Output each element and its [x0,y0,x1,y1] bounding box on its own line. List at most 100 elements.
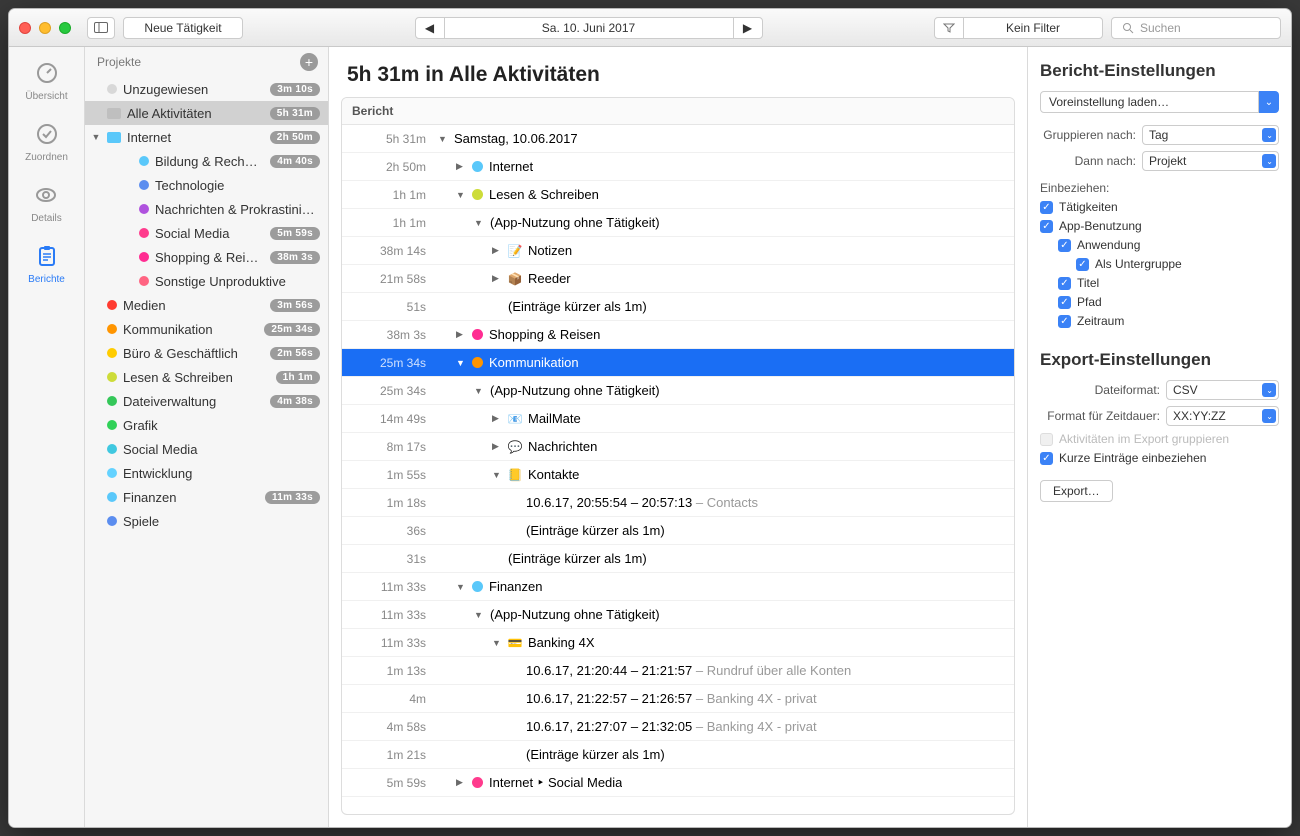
project-label: Entwicklung [123,466,320,481]
report-row[interactable]: 11m 33s▼(App-Nutzung ohne Tätigkeit) [342,601,1014,629]
folder-icon [107,108,121,119]
project-row[interactable]: Sonstige Unproduktive [85,269,328,293]
report-row[interactable]: 1h 1m▼Lesen & Schreiben [342,181,1014,209]
report-row[interactable]: 8m 17s▶💬Nachrichten [342,433,1014,461]
project-row[interactable]: Lesen & Schreiben1h 1m [85,365,328,389]
close-button[interactable] [19,22,31,34]
report-row[interactable]: 1m 21s(Einträge kürzer als 1m) [342,741,1014,769]
nav-overview[interactable]: Übersicht [25,59,67,102]
report-row[interactable]: 1m 13s10.6.17, 21:20:44 – 21:21:57 – Run… [342,657,1014,685]
report-row[interactable]: 4m 58s10.6.17, 21:27:07 – 21:32:05 – Ban… [342,713,1014,741]
add-project-button[interactable]: + [300,53,318,71]
report-row[interactable]: 14m 49s▶📧MailMate [342,405,1014,433]
nav-assign[interactable]: Zuordnen [25,120,68,163]
chk-activities[interactable]: ✓Tätigkeiten [1040,200,1279,214]
preset-dropdown-button[interactable]: ⌄ [1259,91,1279,113]
report-row[interactable]: 38m 3s▶Shopping & Reisen [342,321,1014,349]
row-duration: 38m 14s [342,244,438,258]
date-prev-button[interactable]: ◀ [415,17,445,39]
project-label: Medien [123,298,264,313]
chk-as-subgroup[interactable]: ✓Als Untergruppe [1040,257,1279,271]
clipboard-icon [33,242,61,270]
checkbox-icon: ✓ [1076,258,1089,271]
project-row[interactable]: Dateiverwaltung4m 38s [85,389,328,413]
project-row[interactable]: Social Media [85,437,328,461]
chk-timespan[interactable]: ✓Zeitraum [1040,314,1279,328]
color-dot-icon [107,444,117,454]
report-row[interactable]: 5m 59s▶Internet ‣ Social Media [342,769,1014,797]
color-dot-icon [107,420,117,430]
export-button[interactable]: Export… [1040,480,1113,502]
report-row[interactable]: 51s(Einträge kürzer als 1m) [342,293,1014,321]
report-rows: 5h 31m▼Samstag, 10.06.20172h 50m▶Interne… [342,125,1014,797]
sidebar-toggle-button[interactable] [87,17,115,39]
project-row[interactable]: Büro & Geschäftlich2m 56s [85,341,328,365]
date-next-button[interactable]: ▶ [733,17,763,39]
report-row[interactable]: 31s(Einträge kürzer als 1m) [342,545,1014,573]
duration-format-select[interactable]: XX:YY:ZZ⌄ [1166,406,1279,426]
app-icon: 📒 [508,468,522,482]
report-row[interactable]: 5h 31m▼Samstag, 10.06.2017 [342,125,1014,153]
chk-path[interactable]: ✓Pfad [1040,295,1279,309]
report-row[interactable]: 21m 58s▶📦Reeder [342,265,1014,293]
report-row[interactable]: 11m 33s▼Finanzen [342,573,1014,601]
project-label: Bildung & Rech… [155,154,264,169]
project-row[interactable]: Spiele [85,509,328,533]
filter-icon-button[interactable] [934,17,964,39]
minimize-button[interactable] [39,22,51,34]
row-duration: 31s [342,552,438,566]
new-activity-button[interactable]: Neue Tätigkeit [123,17,243,39]
project-row[interactable]: Kommunikation25m 34s [85,317,328,341]
project-row[interactable]: ▼Internet2h 50m [85,125,328,149]
project-list: Unzugewiesen3m 10sAlle Aktivitäten5h 31m… [85,77,328,827]
project-row[interactable]: Shopping & Rei…38m 3s [85,245,328,269]
disclosure-icon: ▶ [456,161,466,172]
nav-details[interactable]: Details [31,181,62,224]
project-row[interactable]: Unzugewiesen3m 10s [85,77,328,101]
chk-application[interactable]: ✓Anwendung [1040,238,1279,252]
report-row[interactable]: 4m10.6.17, 21:22:57 – 21:26:57 – Banking… [342,685,1014,713]
checkbox-icon: ✓ [1058,239,1071,252]
filter-select[interactable]: Kein Filter [963,17,1103,39]
report-row[interactable]: 1m 18s10.6.17, 20:55:54 – 20:57:13 – Con… [342,489,1014,517]
report-row[interactable]: 38m 14s▶📝Notizen [342,237,1014,265]
project-row[interactable]: Technologie [85,173,328,197]
project-row[interactable]: Alle Aktivitäten5h 31m [85,101,328,125]
row-text: 10.6.17, 21:20:44 – 21:21:57 – Rundruf ü… [526,663,851,678]
app-icon: 💳 [508,636,522,650]
report-row[interactable]: 1m 55s▼📒Kontakte [342,461,1014,489]
nav-reports[interactable]: Berichte [28,242,65,285]
report-row[interactable]: 1h 1m▼(App-Nutzung ohne Tätigkeit) [342,209,1014,237]
chk-include-short[interactable]: ✓Kurze Einträge einbeziehen [1040,451,1279,465]
color-dot-icon [139,228,149,238]
project-row[interactable]: Bildung & Rech…4m 40s [85,149,328,173]
report-row[interactable]: 36s(Einträge kürzer als 1m) [342,517,1014,545]
project-row[interactable]: Grafik [85,413,328,437]
report-row[interactable]: 25m 34s▼(App-Nutzung ohne Tätigkeit) [342,377,1014,405]
maximize-button[interactable] [59,22,71,34]
group-by-select[interactable]: Tag⌄ [1142,125,1279,145]
report-row[interactable]: 2h 50m▶Internet [342,153,1014,181]
project-row[interactable]: Medien3m 56s [85,293,328,317]
chk-app-usage[interactable]: ✓App-Benutzung [1040,219,1279,233]
file-format-select[interactable]: CSV⌄ [1166,380,1279,400]
color-dot-icon [472,329,483,340]
preset-select[interactable]: Voreinstellung laden… [1040,91,1259,113]
report-row[interactable]: 11m 33s▼💳Banking 4X [342,629,1014,657]
project-row[interactable]: Finanzen11m 33s [85,485,328,509]
then-by-select[interactable]: Projekt⌄ [1142,151,1279,171]
gauge-icon [33,59,61,87]
project-row[interactable]: Entwicklung [85,461,328,485]
chk-title[interactable]: ✓Titel [1040,276,1279,290]
search-field[interactable]: Suchen [1111,17,1281,39]
report-row[interactable]: 25m 34s▼Kommunikation [342,349,1014,377]
row-duration: 4m 58s [342,720,438,734]
project-row[interactable]: Social Media5m 59s [85,221,328,245]
project-row[interactable]: Nachrichten & Prokrastini… [85,197,328,221]
date-display[interactable]: Sa. 10. Juni 2017 [444,17,734,39]
checkbox-icon: ✓ [1040,220,1053,233]
disclosure-icon: ▼ [438,134,448,144]
content-area: 5h 31m in Alle Aktivitäten Bericht 5h 31… [329,47,1027,827]
disclosure-icon: ▼ [492,470,502,480]
disclosure-icon: ▼ [474,386,484,396]
